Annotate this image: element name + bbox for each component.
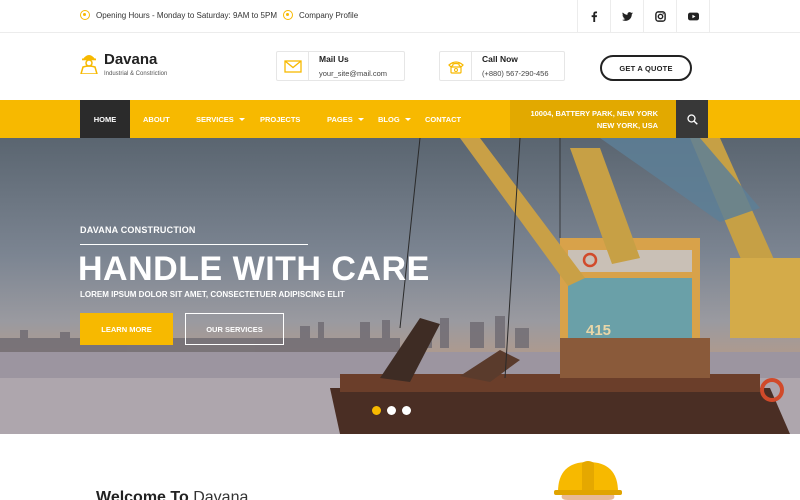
welcome-accent: Davana bbox=[193, 489, 249, 500]
hero-divider bbox=[80, 244, 308, 245]
mail-box: Mail Us your_site@mail.com bbox=[276, 51, 405, 81]
welcome-heading: Welcome To Davana bbox=[96, 489, 248, 500]
logo[interactable]: Davana Industrial & Constriction bbox=[80, 52, 167, 77]
top-bar: Opening Hours - Monday to Saturday: 9AM … bbox=[0, 0, 800, 33]
clock-icon bbox=[80, 10, 90, 20]
address-line-1: 10004, BATTERY PARK, NEW YORK bbox=[530, 109, 658, 118]
opening-hours: Opening Hours - Monday to Saturday: 9AM … bbox=[80, 10, 277, 20]
nav-item-label: PAGES bbox=[327, 114, 353, 124]
facebook-icon[interactable] bbox=[578, 0, 611, 33]
slider-dot-1[interactable] bbox=[372, 406, 381, 415]
chevron-down-icon bbox=[357, 117, 364, 121]
hero-subtitle: DAVANA CONSTRUCTION bbox=[80, 225, 196, 235]
nav-item-about[interactable]: ABOUT bbox=[143, 100, 170, 138]
brand-name: Davana bbox=[104, 51, 158, 68]
nav-item-projects[interactable]: PROJECTS bbox=[260, 100, 300, 138]
slider-dot-2[interactable] bbox=[387, 406, 396, 415]
nav-item-contact[interactable]: CONTACT bbox=[425, 100, 461, 138]
nav-item-pages[interactable]: PAGES bbox=[327, 100, 364, 138]
slider-dot-3[interactable] bbox=[402, 406, 411, 415]
nav-item-label: HOME bbox=[93, 114, 117, 124]
brand-tagline: Industrial & Constriction bbox=[104, 71, 168, 77]
worker-helmet-image bbox=[554, 461, 622, 500]
hero-slider: 415 DAVANA CONSTRUCTION HANDLE WITH CARE… bbox=[0, 138, 800, 434]
company-profile-link[interactable]: Company Profile bbox=[283, 10, 358, 20]
get-a-quote-button[interactable]: GET A QUOTE bbox=[600, 55, 692, 81]
twitter-icon[interactable] bbox=[611, 0, 644, 33]
nav-address: 10004, BATTERY PARK, NEW YORK NEW YORK, … bbox=[510, 100, 676, 138]
call-label: Call Now bbox=[482, 54, 518, 64]
youtube-icon[interactable] bbox=[677, 0, 710, 33]
learn-more-button[interactable]: LEARN MORE bbox=[80, 313, 173, 345]
nav-item-home[interactable]: HOME bbox=[80, 100, 130, 138]
mail-address[interactable]: your_site@mail.com bbox=[319, 69, 387, 78]
svg-text:415: 415 bbox=[586, 322, 611, 339]
nav-item-label: CONTACT bbox=[425, 114, 462, 124]
crane-number: 415 bbox=[586, 322, 611, 339]
hero-title: HANDLE WITH CARE bbox=[78, 250, 430, 288]
social-links bbox=[577, 0, 710, 33]
hero-description: LOREM IPSUM DOLOR SIT AMET, CONSECTETUER… bbox=[80, 290, 345, 299]
nav-item-services[interactable]: SERVICES bbox=[196, 100, 245, 138]
phone-icon bbox=[440, 52, 472, 80]
company-profile-text: Company Profile bbox=[299, 10, 359, 20]
mail-icon bbox=[277, 52, 309, 80]
worker-logo-icon bbox=[80, 55, 98, 74]
search-icon bbox=[686, 113, 698, 125]
call-box: Call Now (+880) 567-290-456 bbox=[439, 51, 565, 81]
nav-item-label: ABOUT bbox=[143, 114, 170, 124]
search-button[interactable] bbox=[676, 100, 708, 138]
nav-item-blog[interactable]: BLOG bbox=[378, 100, 411, 138]
document-icon bbox=[283, 10, 293, 20]
our-services-button[interactable]: OUR SERVICES bbox=[185, 313, 284, 345]
chevron-down-icon bbox=[404, 117, 411, 121]
mail-label: Mail Us bbox=[319, 54, 349, 64]
opening-hours-text: Opening Hours - Monday to Saturday: 9AM … bbox=[96, 10, 277, 20]
address-line-2: NEW YORK, USA bbox=[596, 121, 658, 130]
chevron-down-icon bbox=[238, 117, 245, 121]
welcome-title: Welcome To bbox=[96, 489, 189, 500]
nav-item-label: BLOG bbox=[378, 114, 400, 124]
nav-item-label: PROJECTS bbox=[260, 114, 301, 124]
slider-dots bbox=[372, 406, 417, 415]
instagram-icon[interactable] bbox=[644, 0, 677, 33]
call-number[interactable]: (+880) 567-290-456 bbox=[482, 69, 549, 78]
nav-item-label: SERVICES bbox=[196, 114, 234, 124]
